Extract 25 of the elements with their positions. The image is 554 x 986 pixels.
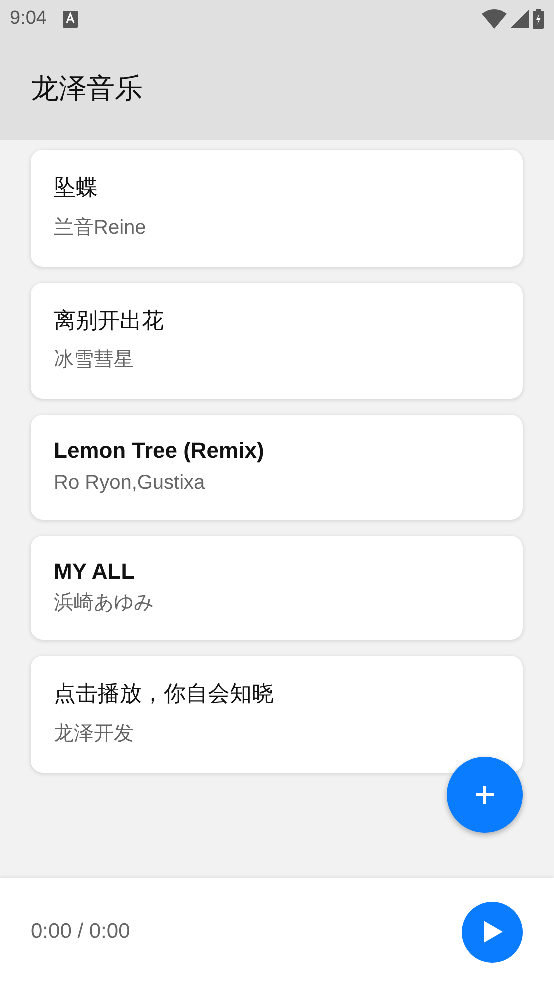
song-artist: 冰雪彗星 <box>54 348 135 374</box>
playback-time: 0:00 / 0:00 <box>31 919 130 946</box>
song-artist: Ro Ryon,Gustixa <box>54 470 206 496</box>
song-title: 点击播放，你自会知晓 <box>54 680 275 708</box>
song-title: MY ALL <box>54 558 136 586</box>
song-card[interactable]: 坠蝶 兰音Reine <box>31 150 523 267</box>
song-title: 离别开出花 <box>54 306 165 335</box>
signal-icon <box>511 10 529 28</box>
song-artist: 龙泽开发 <box>54 722 135 747</box>
song-artist: 兰音Reine <box>54 216 148 241</box>
plus-icon <box>475 784 495 805</box>
song-card[interactable]: 离别开出花 冰雪彗星 <box>31 282 523 400</box>
keyboard-icon <box>62 10 78 28</box>
wifi-icon <box>482 9 507 29</box>
song-card[interactable]: 点击播放，你自会知晓 龙泽开发 <box>31 656 523 773</box>
app-title: 龙泽音乐 <box>31 72 143 106</box>
song-artist: 浜崎あゆみ <box>54 591 155 616</box>
status-time: 9:04 <box>10 6 47 31</box>
battery-icon <box>533 9 544 29</box>
play-icon <box>482 921 502 943</box>
song-title: 坠蝶 <box>54 174 99 202</box>
add-button[interactable] <box>447 756 523 833</box>
song-card[interactable]: Lemon Tree (Remix) Ro Ryon,Gustixa <box>31 415 523 520</box>
song-card[interactable]: MY ALL 浜崎あゆみ <box>31 536 523 640</box>
song-title: Lemon Tree (Remix) <box>54 437 266 466</box>
